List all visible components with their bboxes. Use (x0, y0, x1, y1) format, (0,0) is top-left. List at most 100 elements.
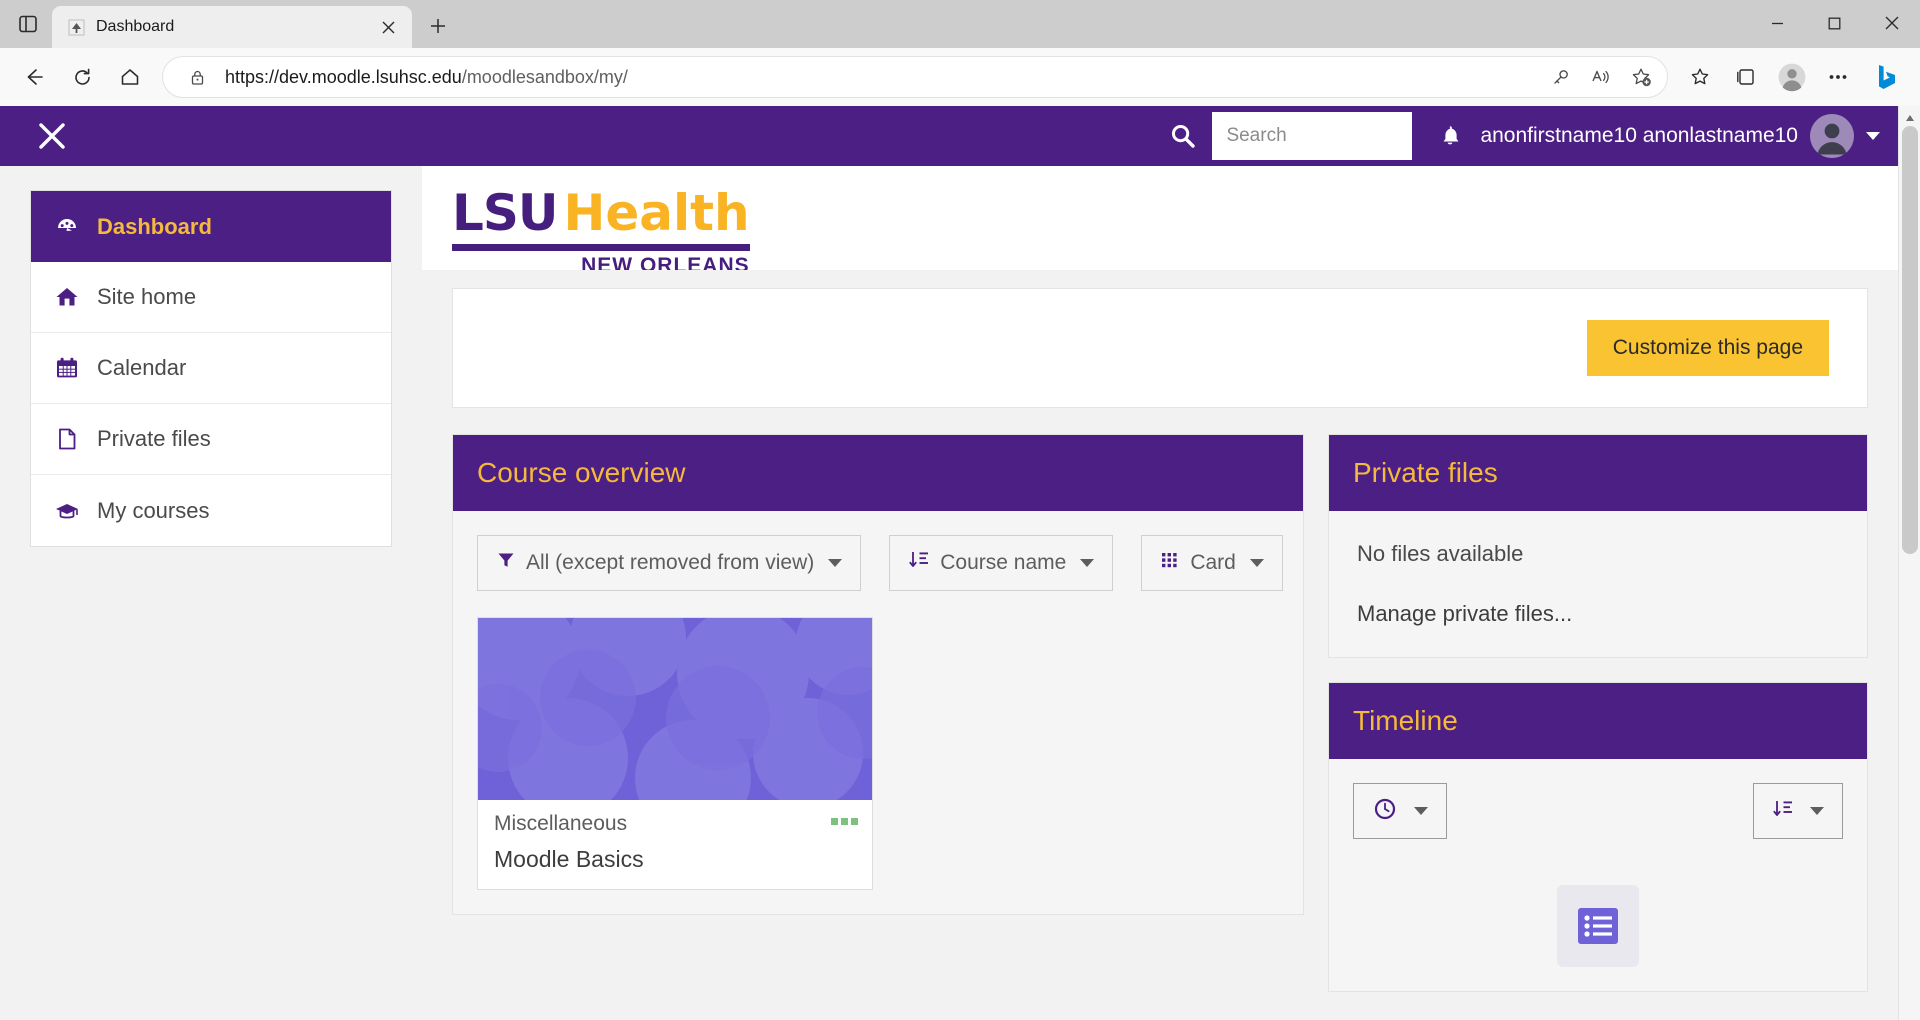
user-name: anonfirstname10 anonlastname10 (1480, 124, 1798, 147)
plus-icon[interactable] (418, 6, 458, 46)
course-filter-dropdown[interactable]: All (except removed from view) (477, 535, 862, 591)
list-placeholder-icon (1557, 885, 1639, 967)
collections-icon[interactable] (1724, 55, 1768, 99)
url-path: /moodlesandbox/my/ (461, 66, 628, 87)
settings-more-icon[interactable] (1816, 55, 1860, 99)
tab-list-icon[interactable] (8, 4, 48, 44)
private-files-empty-text: No files available (1357, 541, 1524, 566)
chevron-down-icon (1414, 807, 1428, 815)
timeline-body (1329, 759, 1867, 991)
sidebar-item-label: Dashboard (97, 213, 212, 239)
lock-icon (179, 59, 215, 95)
minimize-icon[interactable] (1749, 0, 1806, 46)
chevron-down-icon (1249, 559, 1264, 567)
course-card[interactable]: Miscellaneous Moodle Basics (477, 617, 873, 890)
timeline-block: Timeline (1328, 682, 1868, 992)
column-left: Course overview All (except removed from… (452, 434, 1304, 939)
logo-row: LSU Health (452, 184, 750, 242)
search-input[interactable] (1212, 112, 1413, 160)
window-close-icon[interactable] (1863, 0, 1920, 46)
manage-private-files-link[interactable]: Manage private files... (1353, 601, 1843, 633)
nav-drawer: Dashboard Site home Calendar Private fil… (0, 166, 422, 1020)
browser-tab[interactable]: Dashboard (52, 6, 412, 48)
page-scrollbar[interactable] (1898, 106, 1920, 1020)
course-filter-label: All (except removed from view) (526, 551, 815, 574)
back-arrow-icon[interactable] (12, 55, 56, 99)
grid-icon (1160, 550, 1180, 576)
course-overview-block: Course overview All (except removed from… (452, 434, 1304, 915)
read-aloud-icon[interactable] (1583, 59, 1619, 95)
add-favorite-icon[interactable] (1623, 59, 1659, 95)
filter-icon (496, 550, 516, 576)
timeline-header: Timeline (1329, 683, 1867, 759)
customize-this-page-button[interactable]: Customize this page (1586, 320, 1829, 376)
close-x-icon[interactable] (30, 114, 74, 158)
home-icon[interactable] (108, 55, 152, 99)
page-viewport: anonfirstname10 anonlastname10 (0, 106, 1920, 1020)
graduation-cap-icon (53, 498, 81, 524)
moodle-body: Dashboard Site home Calendar Private fil… (0, 166, 1898, 1020)
navbar-search-area (1168, 112, 1413, 160)
user-menu[interactable]: anonfirstname10 anonlastname10 (1480, 114, 1898, 158)
bing-copilot-icon[interactable] (1862, 54, 1908, 100)
lsu-health-logo[interactable]: LSU Health NEW ORLEANS (452, 184, 750, 278)
sidebar-item-private-files[interactable]: Private files (31, 404, 391, 475)
nav-drawer-card: Dashboard Site home Calendar Private fil… (30, 190, 392, 547)
sidebar-item-dashboard[interactable]: Dashboard (31, 191, 391, 262)
maximize-icon[interactable] (1806, 0, 1863, 46)
search-icon[interactable] (1168, 121, 1198, 151)
dashboard-content: Customize this page Course overview All … (422, 270, 1898, 1020)
refresh-icon[interactable] (60, 55, 104, 99)
sidebar-item-calendar[interactable]: Calendar (31, 333, 391, 404)
home-icon (53, 284, 81, 310)
block-title: Private files (1353, 457, 1498, 488)
timeline-controls (1353, 783, 1843, 839)
column-right: Private files No files available Manage … (1328, 434, 1868, 1016)
sidebar-item-my-courses[interactable]: My courses (31, 475, 391, 546)
timeline-date-filter[interactable] (1353, 783, 1447, 839)
timeline-sort-filter[interactable] (1753, 783, 1843, 839)
course-overview-body: All (except removed from view) Course na… (453, 511, 1303, 914)
profile-avatar-icon[interactable] (1770, 55, 1814, 99)
omnibox-actions (1543, 59, 1659, 95)
logo-rule (452, 244, 750, 251)
private-files-block: Private files No files available Manage … (1328, 434, 1868, 658)
private-files-header: Private files (1329, 435, 1867, 511)
dashboard-speedometer-icon (53, 214, 81, 240)
url-host: https://dev.moodle.lsuhsc.edu (225, 66, 462, 87)
sort-icon (1772, 798, 1794, 825)
customize-panel: Customize this page (452, 288, 1868, 408)
course-name: Moodle Basics (494, 846, 644, 872)
chevron-down-icon (1810, 807, 1824, 815)
kebab-menu-icon[interactable] (831, 818, 858, 825)
key-icon[interactable] (1543, 59, 1579, 95)
browser-window: Dashboard https://dev.moodle.lsuhsc.edu/… (0, 0, 1920, 1020)
sidebar-item-label: Calendar (97, 355, 187, 380)
chevron-down-icon[interactable] (1866, 132, 1880, 140)
file-icon (53, 426, 81, 452)
close-icon[interactable] (374, 13, 402, 41)
dashboard-columns: Course overview All (except removed from… (452, 434, 1868, 1016)
scroll-up-arrow-icon[interactable] (1899, 108, 1920, 128)
bell-icon[interactable] (1430, 116, 1470, 156)
course-sort-dropdown[interactable]: Course name (889, 535, 1114, 591)
scrollbar-thumb[interactable] (1902, 126, 1918, 554)
browser-toolbar: https://dev.moodle.lsuhsc.edu/moodlesand… (0, 48, 1920, 106)
chevron-down-icon (828, 559, 843, 567)
address-bar[interactable]: https://dev.moodle.lsuhsc.edu/moodlesand… (162, 56, 1668, 98)
course-view-dropdown[interactable]: Card (1141, 535, 1283, 591)
sidebar-item-label: My courses (97, 497, 210, 523)
url-text: https://dev.moodle.lsuhsc.edu/moodlesand… (225, 67, 1533, 88)
moodle-dashboard-page: anonfirstname10 anonlastname10 (0, 106, 1898, 1020)
sidebar-item-label: Site home (97, 284, 197, 309)
moodle-favicon (66, 17, 86, 37)
sidebar-item-site-home[interactable]: Site home (31, 262, 391, 333)
logo-lsu-text: LSU (452, 184, 558, 242)
favorites-icon[interactable] (1678, 55, 1722, 99)
window-controls (1749, 0, 1920, 46)
block-title: Timeline (1353, 705, 1458, 736)
course-thumbnail (478, 618, 872, 800)
course-filter-row: All (except removed from view) Course na… (477, 535, 1283, 591)
course-sort-label: Course name (940, 551, 1067, 574)
user-avatar-icon (1810, 114, 1854, 158)
